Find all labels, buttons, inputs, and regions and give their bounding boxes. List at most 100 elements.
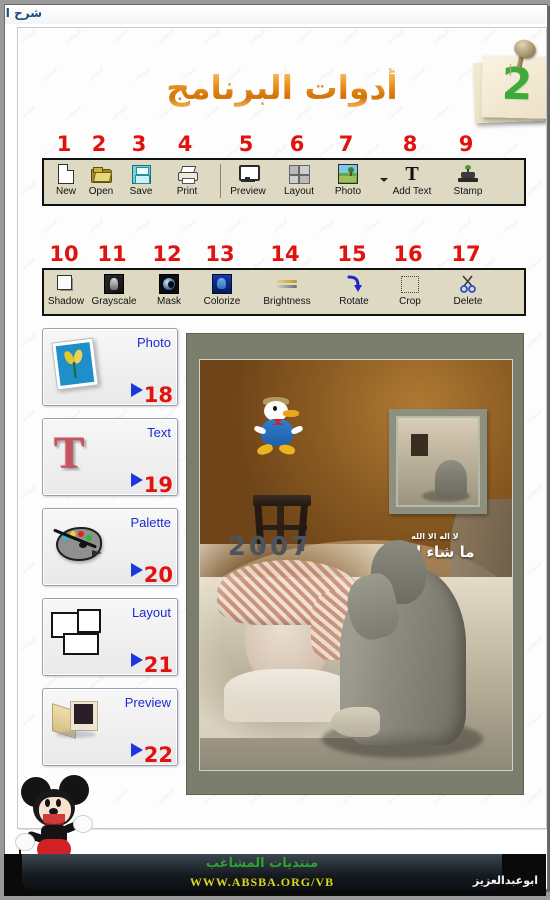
forum-url[interactable]: WWW.ABSBA.ORG/VB bbox=[22, 875, 502, 890]
drop-shadow-square-icon bbox=[57, 275, 75, 293]
callout-number-11: 11 bbox=[97, 242, 127, 266]
inset-picture-frame bbox=[389, 409, 488, 515]
duck-foot-right bbox=[278, 442, 296, 456]
expand-triangle-icon[interactable] bbox=[131, 563, 143, 577]
content-sheet: المشاغب المشاغب المشاغب المشاغب المشاغب المشا… bbox=[17, 27, 547, 829]
toolbar-button-photo[interactable]: Photo bbox=[320, 162, 376, 202]
toolbar-button-label: Delete bbox=[453, 296, 483, 307]
crop-dotted-square-icon bbox=[401, 275, 419, 293]
callout-number-16: 16 bbox=[393, 242, 423, 266]
toolbar-button-preview[interactable]: Preview bbox=[220, 162, 276, 202]
screenshot-root: شرح البرنامج المشاغبالمشاغبالمشاغبالمشاغ… bbox=[0, 0, 550, 900]
toolbar-button-label: Print bbox=[176, 186, 198, 197]
footer-bar: منتديات المشاغب WWW.ABSBA.ORG/VB ابوعبدا… bbox=[4, 854, 546, 896]
photo-flower-icon bbox=[50, 337, 102, 391]
seated-woman bbox=[322, 540, 484, 758]
duck-eye bbox=[273, 405, 278, 411]
window-title: شرح البرنامج bbox=[5, 6, 42, 20]
toolbar-button-stamp[interactable]: Stamp bbox=[440, 162, 496, 202]
callout-number-13: 13 bbox=[205, 242, 235, 266]
toolbar-file: New Open Save Print Preview Layout Photo T Add T… bbox=[42, 158, 526, 206]
rotate-arrow-icon bbox=[345, 275, 363, 293]
title-bar: شرح البرنامج bbox=[5, 5, 547, 24]
expand-triangle-icon[interactable] bbox=[131, 473, 143, 487]
callout-number-20: 20 bbox=[143, 563, 173, 587]
toolbar-button-label: Stamp bbox=[453, 186, 483, 197]
toolbar-button-label: Brightness bbox=[263, 296, 311, 307]
app-window: شرح البرنامج المشاغبالمشاغبالمشاغبالمشاغ… bbox=[4, 4, 548, 890]
callout-number-21: 21 bbox=[143, 653, 173, 677]
inset-chair bbox=[410, 433, 429, 457]
expand-triangle-icon[interactable] bbox=[131, 653, 143, 667]
callout-number-4: 4 bbox=[177, 132, 193, 156]
text-t-icon: T bbox=[405, 162, 419, 185]
toolbar-button-add-text[interactable]: T Add Text bbox=[384, 162, 440, 202]
callout-number-6: 6 bbox=[289, 132, 305, 156]
toolbar-separator bbox=[220, 164, 221, 198]
floppy-disk-icon bbox=[131, 164, 151, 184]
callout-number-12: 12 bbox=[152, 242, 182, 266]
duck-beak bbox=[283, 409, 300, 417]
photo-thumbnail-icon bbox=[338, 164, 358, 184]
photo-dropdown-caret-icon[interactable] bbox=[380, 178, 388, 182]
mickey-eye-left bbox=[45, 799, 50, 807]
pin-thread bbox=[510, 64, 511, 76]
toolbar-button-label: Shadow bbox=[47, 296, 85, 307]
sidebar-panel-label: Layout bbox=[131, 605, 171, 620]
woman-foot bbox=[331, 706, 380, 737]
artwork-frame: لا اله الا الله ما شاء الله bbox=[199, 359, 513, 771]
inset-seated-figure bbox=[434, 459, 467, 499]
author-credit: ابوعبدالعزيز bbox=[472, 874, 538, 887]
mask-swirl-icon bbox=[159, 274, 179, 294]
toolbar-button-label: Preview bbox=[230, 186, 266, 197]
mickey-glove-right bbox=[73, 815, 93, 833]
expand-triangle-icon[interactable] bbox=[131, 743, 143, 757]
toolbar-button-label: Crop bbox=[399, 296, 421, 307]
sidebar-panel-photo[interactable]: Photo 18 bbox=[42, 328, 178, 407]
text-t-3d-icon: T bbox=[54, 427, 85, 478]
callout-number-8: 8 bbox=[402, 132, 418, 156]
toolbar-button-delete[interactable]: Delete bbox=[440, 272, 496, 312]
sidebar-panel-label: Text bbox=[147, 425, 171, 440]
expand-triangle-icon[interactable] bbox=[131, 383, 143, 397]
sidebar-panel-label: Palette bbox=[130, 515, 171, 530]
toolbar-button-grayscale[interactable]: Grayscale bbox=[86, 272, 142, 312]
toolbar-button-print[interactable]: Print bbox=[159, 162, 215, 202]
open-folder-icon bbox=[91, 166, 113, 183]
layout-boxes-icon bbox=[50, 607, 106, 657]
note-number: 2 bbox=[501, 58, 533, 111]
sidebar-panel-layout[interactable]: Layout 21 bbox=[42, 598, 178, 677]
callout-number-7: 7 bbox=[338, 132, 354, 156]
toolbar-button-label: Photo bbox=[334, 186, 362, 197]
sidebar-panel-text[interactable]: T Text 19 bbox=[42, 418, 178, 497]
toolbar-effects: Shadow Grayscale Mask Colorize Brightness Rot… bbox=[42, 268, 526, 316]
toolbar-button-label: Open bbox=[88, 186, 114, 197]
sidebar-panel-preview[interactable]: Preview 22 bbox=[42, 688, 178, 767]
forum-name: منتديات المشاغب bbox=[205, 856, 319, 871]
toolbar-button-crop[interactable]: Crop bbox=[382, 272, 438, 312]
printer-icon bbox=[177, 165, 198, 184]
sidebar-panel-label: Preview bbox=[124, 695, 171, 710]
callout-number-22: 22 bbox=[143, 743, 173, 767]
toolbar-button-rotate[interactable]: Rotate bbox=[326, 272, 382, 312]
footer-inner-bar: منتديات المشاغب WWW.ABSBA.ORG/VB bbox=[22, 854, 502, 890]
monitor-icon bbox=[238, 165, 260, 183]
callout-number-3: 3 bbox=[131, 132, 147, 156]
sidebar-panel-label: Photo bbox=[137, 335, 171, 350]
mickey-glove-left bbox=[15, 833, 35, 851]
canvas-area[interactable]: لا اله الا الله ما شاء الله bbox=[186, 333, 524, 795]
mickey-eye-right bbox=[56, 799, 61, 807]
rubber-stamp-icon bbox=[458, 165, 478, 183]
colorize-blue-icon bbox=[212, 274, 232, 294]
page-title: أدوات البرنامج bbox=[18, 68, 546, 107]
toolbar-button-colorize[interactable]: Colorize bbox=[194, 272, 250, 312]
donald-duck-sticker bbox=[253, 396, 305, 459]
toolbar-button-layout[interactable]: Layout bbox=[271, 162, 327, 202]
callout-number-2: 2 bbox=[91, 132, 107, 156]
year-label: 2007 bbox=[227, 532, 313, 562]
callout-number-17: 17 bbox=[451, 242, 481, 266]
toolbar-button-mask[interactable]: Mask bbox=[141, 272, 197, 312]
scissors-icon bbox=[460, 275, 476, 293]
toolbar-button-brightness[interactable]: Brightness bbox=[259, 272, 315, 312]
monitor-preview-icon bbox=[50, 697, 106, 743]
